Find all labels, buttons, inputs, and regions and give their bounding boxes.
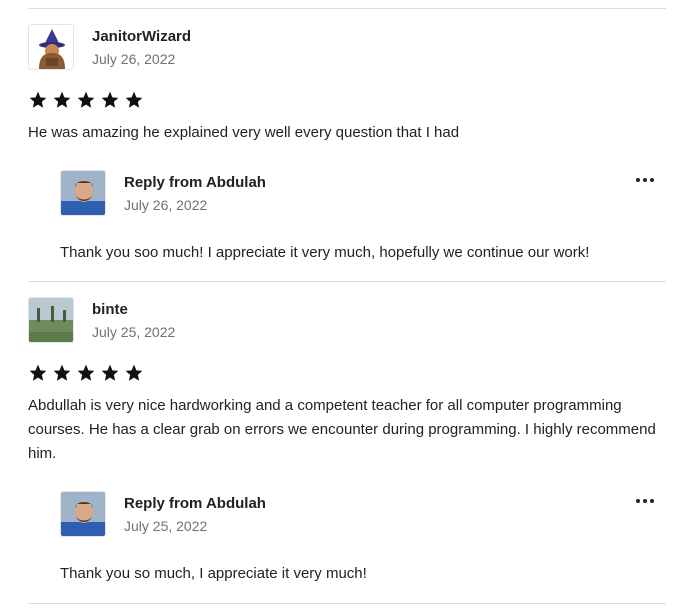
star-icon	[101, 91, 119, 108]
replier-avatar[interactable]	[60, 491, 106, 537]
owner-reply: Reply from Abdulah July 26, 2022 Thank y…	[60, 170, 668, 261]
reply-date: July 26, 2022	[124, 197, 208, 213]
reviewer-avatar[interactable]	[28, 297, 74, 343]
star-icon	[125, 91, 143, 108]
reply-title: Reply from Abdulah	[124, 174, 266, 191]
star-rating	[28, 90, 144, 110]
more-options-icon[interactable]	[634, 497, 656, 505]
review-text: Abdullah is very nice hardworking and a …	[28, 397, 656, 462]
star-icon	[101, 364, 119, 381]
more-options-icon[interactable]	[634, 176, 656, 184]
star-icon	[77, 91, 95, 108]
review-item: binte July 25, 2022 Abdullah is very nic…	[28, 297, 668, 597]
star-icon	[53, 364, 71, 381]
review-item: JanitorWizard July 26, 2022 He was amazi…	[28, 24, 668, 264]
reply-text: Thank you so much, I appreciate it very …	[60, 565, 367, 582]
review-text: He was amazing he explained very well ev…	[28, 124, 460, 141]
reviewer-avatar[interactable]	[28, 24, 74, 70]
star-rating	[28, 363, 144, 383]
star-icon	[29, 364, 47, 381]
star-icon	[53, 91, 71, 108]
star-icon	[29, 91, 47, 108]
top-divider	[28, 8, 666, 9]
reviewer-name[interactable]: binte	[92, 301, 128, 318]
star-icon	[77, 364, 95, 381]
review-date: July 26, 2022	[92, 51, 176, 67]
reply-text: Thank you soo much! I appreciate it very…	[60, 244, 590, 261]
reply-title: Reply from Abdulah	[124, 495, 266, 512]
bottom-divider	[28, 603, 666, 604]
review-divider	[28, 281, 666, 282]
reply-date: July 25, 2022	[124, 518, 208, 534]
owner-reply: Reply from Abdulah July 25, 2022 Thank y…	[60, 491, 668, 582]
replier-avatar[interactable]	[60, 170, 106, 216]
review-date: July 25, 2022	[92, 324, 176, 340]
reviewer-name[interactable]: JanitorWizard	[92, 28, 191, 45]
star-icon	[125, 364, 143, 381]
